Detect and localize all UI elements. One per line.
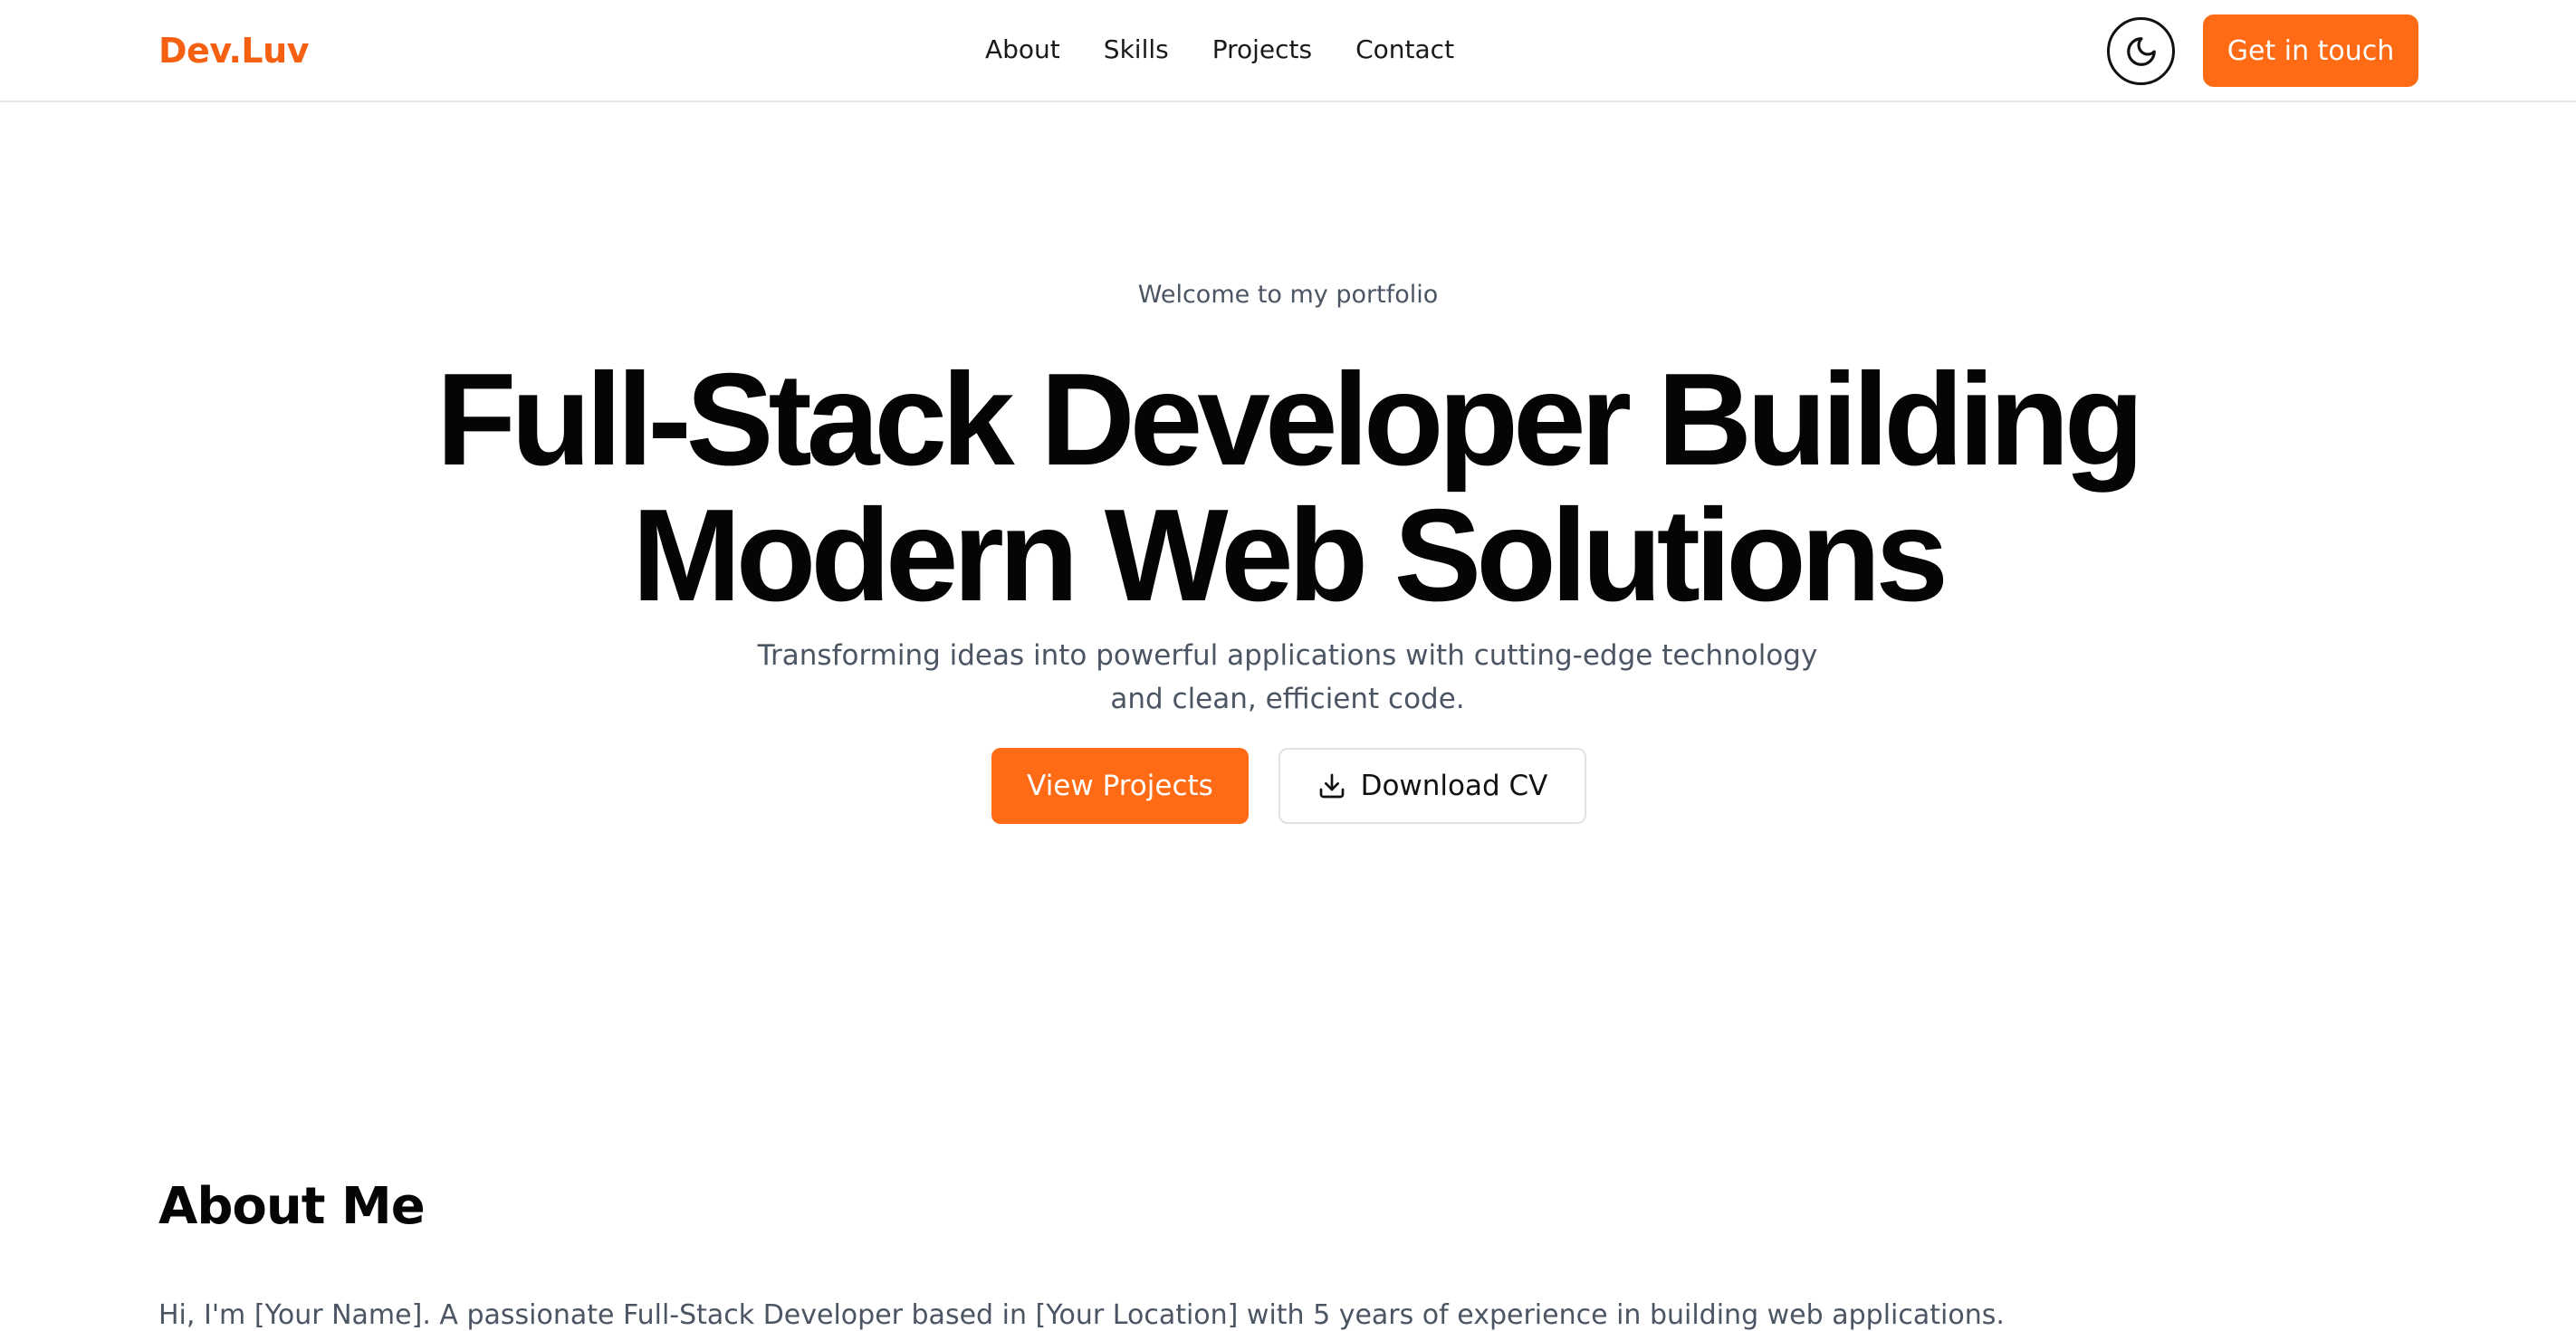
about-title: About Me bbox=[158, 1177, 426, 1236]
hero-subtitle-line-2: and clean, efficient code. bbox=[1110, 683, 1465, 715]
moon-icon bbox=[2126, 36, 2156, 66]
brand-logo[interactable]: Dev.Luv bbox=[158, 31, 309, 71]
get-in-touch-button[interactable]: Get in touch bbox=[2203, 14, 2418, 87]
about-text: Hi, I'm [Your Name]. A passionate Full-S… bbox=[158, 1299, 2005, 1331]
download-icon bbox=[1319, 773, 1344, 799]
theme-toggle-button[interactable] bbox=[2107, 17, 2175, 85]
hero-title: Full-Stack Developer Building Modern Web… bbox=[382, 351, 2193, 623]
nav-link-skills[interactable]: Skills bbox=[1104, 34, 1169, 64]
nav-links: About Skills Projects Contact bbox=[985, 34, 1454, 64]
hero-title-line-1: Full-Stack Developer Building bbox=[436, 346, 2144, 493]
hero-actions: View Projects Download CV bbox=[991, 748, 1586, 824]
download-cv-label: Download CV bbox=[1360, 770, 1548, 802]
nav-link-contact[interactable]: Contact bbox=[1355, 34, 1454, 64]
nav-link-projects[interactable]: Projects bbox=[1212, 34, 1312, 64]
hero-title-line-2: Modern Web Solutions bbox=[631, 482, 1949, 628]
hero-subtitle-line-1: Transforming ideas into powerful applica… bbox=[757, 639, 1818, 672]
download-cv-button[interactable]: Download CV bbox=[1278, 748, 1586, 824]
hero-eyebrow: Welcome to my portfolio bbox=[1137, 281, 1439, 309]
view-projects-button[interactable]: View Projects bbox=[991, 748, 1249, 824]
nav-link-about[interactable]: About bbox=[985, 34, 1060, 64]
hero-subtitle: Transforming ideas into powerful applica… bbox=[744, 634, 1831, 721]
top-navbar: Dev.Luv About Skills Projects Contact Ge… bbox=[0, 0, 2576, 102]
